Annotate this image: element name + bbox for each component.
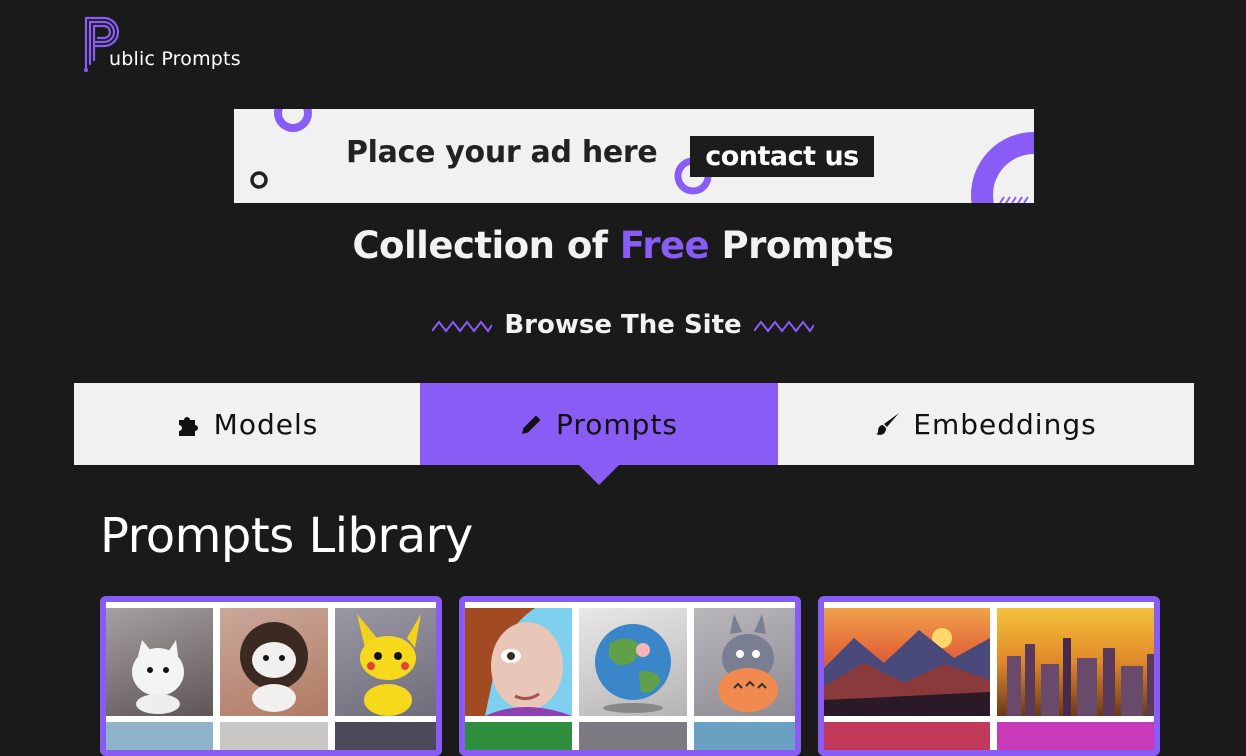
tab-models[interactable]: Models bbox=[74, 383, 420, 465]
site-logo[interactable]: ublic Prompts bbox=[82, 12, 252, 72]
preview-image bbox=[694, 608, 795, 716]
preview-image bbox=[465, 608, 572, 716]
zigzag-right-icon bbox=[753, 319, 814, 333]
preview-image bbox=[997, 722, 1154, 750]
brand-name: ublic Prompts bbox=[109, 48, 241, 70]
preview-image bbox=[335, 608, 436, 716]
section-tabs: Models Prompts Embeddings bbox=[74, 383, 1194, 465]
preview-image bbox=[465, 722, 572, 750]
prompt-card[interactable] bbox=[100, 596, 442, 756]
prompt-card[interactable] bbox=[459, 596, 801, 756]
tab-models-label: Models bbox=[213, 407, 319, 441]
ad-text: Place your ad here bbox=[346, 135, 658, 170]
preview-image bbox=[824, 608, 990, 716]
library-title: Prompts Library bbox=[100, 508, 473, 564]
preview-image bbox=[220, 608, 328, 716]
contact-us-button[interactable]: contact us bbox=[690, 136, 874, 177]
pencil-icon bbox=[520, 412, 544, 436]
headline-prefix: Collection of bbox=[352, 224, 608, 267]
preview-image bbox=[579, 722, 687, 750]
brush-icon bbox=[875, 411, 901, 437]
preview-image bbox=[220, 722, 328, 750]
browse-heading: Browse The Site bbox=[0, 310, 1246, 340]
prompt-card[interactable] bbox=[818, 596, 1160, 756]
tab-prompts[interactable]: Prompts bbox=[420, 383, 778, 465]
tab-embeddings[interactable]: Embeddings bbox=[778, 383, 1194, 465]
preview-image bbox=[335, 722, 436, 750]
tab-prompts-label: Prompts bbox=[555, 407, 679, 441]
preview-image bbox=[579, 608, 687, 716]
headline-accent: Free bbox=[619, 224, 710, 267]
preview-image bbox=[997, 608, 1154, 716]
browse-label: Browse The Site bbox=[504, 310, 742, 340]
page-headline: Collection of Free Prompts bbox=[0, 224, 1246, 267]
headline-suffix: Prompts bbox=[721, 224, 895, 267]
zigzag-left-icon bbox=[432, 319, 493, 333]
preview-image bbox=[106, 608, 213, 716]
puzzle-icon bbox=[176, 412, 202, 436]
preview-image bbox=[824, 722, 990, 750]
ad-banner[interactable]: Place your ad here contact us bbox=[234, 109, 1034, 203]
tab-embeddings-label: Embeddings bbox=[913, 407, 1097, 441]
preview-image bbox=[694, 722, 795, 750]
preview-image bbox=[106, 722, 213, 750]
